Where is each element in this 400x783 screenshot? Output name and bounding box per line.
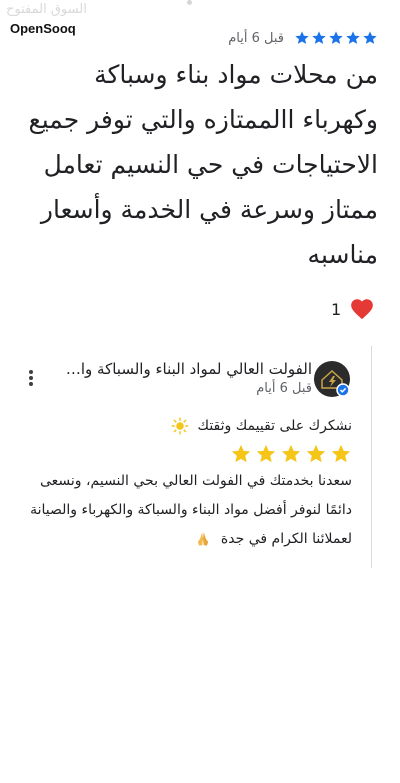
star-emoji-icon [306,444,326,463]
reply-line: سعدنا بخدمتك في الفولت العالي بحي النسيم… [39,473,352,489]
review-rating-stars [294,30,378,46]
review-text-line: وكهرباء االممتازه والتي توفر جميع [28,105,378,134]
scroll-indicator-dot [187,0,192,5]
reply-line: نشكرك على تقييمك وثقتك [32,412,352,441]
reaction[interactable]: 1 [331,296,375,322]
heart-icon[interactable] [349,296,375,322]
rating-star-icon [329,31,343,44]
watermark-arabic-text: السوق المفتوح [6,2,87,17]
review-text: من محلات مواد بناء وسباكة وكهرباء االممت… [18,52,378,277]
folded-hands-emoji [198,532,209,546]
star-emoji-row [32,441,352,467]
verified-badge-icon [336,383,350,397]
reaction-count: 1 [331,299,342,319]
reply-line-text: نشكرك على تقييمك وثقتك [197,418,352,434]
star-emoji-icon [281,444,301,463]
reply-time: قبل 6 أيام [256,381,312,396]
rating-star-icon [363,31,377,44]
review-text-line: مناسبه [307,240,378,269]
opensooq-watermark: السوق المفتوح OpenSooq [4,0,100,42]
star-emoji-icon [231,444,251,463]
review-time: قبل 6 أيام [228,30,284,46]
star-emoji-icon [331,444,351,463]
watermark-logo-text: OpenSooq [7,20,79,37]
review-meta: قبل 6 أيام [228,30,378,46]
business-avatar[interactable] [313,360,351,398]
rating-star-icon [346,31,360,44]
review-text-line: الاحتياجات في حي النسيم تعامل [43,150,378,179]
more-options-icon[interactable] [26,368,36,388]
star-emoji-icon [256,444,276,463]
review-text-line: من محلات مواد بناء وسباكة [94,60,378,89]
reply-divider [371,346,372,568]
owner-reply-text: نشكرك على تقييمك وثقتك سعدنا بخدمتك في ا… [30,412,352,554]
business-name: الفولت العالي لمواد البناء والسباكة وال.… [62,360,312,378]
rating-star-icon [295,31,309,44]
glowing-star-emoji [171,417,189,435]
rating-star-icon [312,31,326,44]
reply-line-text: لعملائنا الكرام في جدة [220,531,352,547]
reply-line: لعملائنا الكرام في جدة [32,525,352,554]
review-text-line: ممتاز وسرعة في الخدمة وأسعار [40,195,378,224]
reply-line: دائمًا لنوفر أفضل مواد البناء والسباكة و… [30,502,352,518]
